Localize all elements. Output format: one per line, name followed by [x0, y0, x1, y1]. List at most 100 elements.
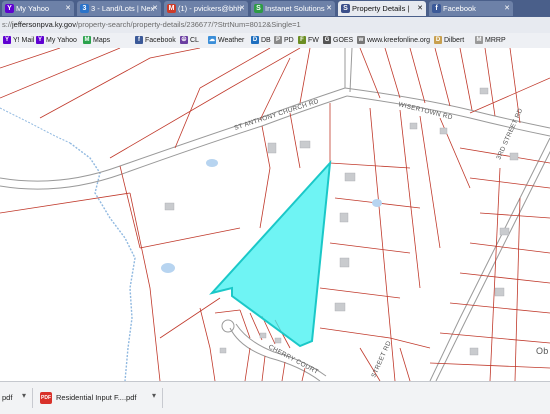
tab-my-yahoo[interactable]: Y My Yahoo ✕ [2, 1, 74, 16]
building [339, 212, 349, 223]
parcel-line [329, 162, 411, 169]
peace-icon: ☮ [180, 36, 188, 44]
url-path: /property-search/property-details/236677… [75, 20, 301, 29]
pdf-icon: PDF [40, 392, 52, 404]
close-icon[interactable]: ✕ [152, 1, 158, 16]
buildings [164, 87, 519, 356]
bookmark-kreefonline[interactable]: w www.kreefonline.org [357, 35, 430, 46]
building [469, 347, 479, 356]
close-icon[interactable]: ✕ [239, 1, 245, 16]
yahoo-icon: Y [5, 4, 14, 13]
parcel-line [319, 327, 391, 339]
parcel-line [459, 48, 473, 111]
close-icon[interactable]: ✕ [417, 1, 423, 16]
close-icon[interactable]: ✕ [65, 1, 71, 16]
parcel-line [39, 48, 201, 119]
parcel-line [259, 125, 271, 229]
yahoo-mail-icon: Y [3, 36, 11, 44]
parcel-line [159, 297, 221, 339]
instanet-icon: S [254, 4, 263, 13]
chevron-down-icon[interactable]: ▾ [22, 391, 26, 400]
bookmark-fw[interactable]: F FW [298, 35, 319, 46]
parcel-map-canvas[interactable]: ST ANTHONY CHURCH RD WISERTOWN RD 3RD ST… [0, 48, 550, 381]
facebook-icon: f [135, 36, 143, 44]
parcel-line [469, 77, 550, 114]
bookmark-label: CL [190, 37, 199, 44]
parcel-line [384, 48, 401, 99]
tab-land-lots[interactable]: 3 3 - Land/Lots | Nex ✕ [77, 1, 161, 16]
cul-de-sac [221, 319, 235, 333]
bookmark-weather[interactable]: ☁ Weather [208, 35, 244, 46]
bookmark-y-mail[interactable]: Y Y! Mail [3, 35, 34, 46]
url-prefix: s:// [2, 20, 13, 29]
download-item-residential-input[interactable]: PDF Residential Input F....pdf [40, 390, 136, 406]
parcel-line [469, 177, 550, 189]
bookmark-label: MRRP [485, 37, 506, 44]
parcel-lines [0, 48, 550, 381]
tab-label: My Yahoo [16, 4, 50, 13]
tab-label: Facebook [443, 4, 476, 13]
dilbert-icon: D [434, 36, 442, 44]
mrrp-icon: M [475, 36, 483, 44]
maps-icon: M [83, 36, 91, 44]
parcel-line [399, 347, 411, 381]
bookmark-mrrp[interactable]: M MRRP [475, 35, 506, 46]
parcel-line [439, 332, 550, 344]
tab-label: (1) - pvickers@bhh [178, 4, 242, 13]
parcel-line [214, 309, 241, 314]
listing-icon: 3 [80, 4, 89, 13]
bookmark-label: GOES [333, 37, 354, 44]
browser-tab-bar: Y My Yahoo ✕ 3 3 - Land/Lots | Nex ✕ M (… [0, 0, 550, 17]
parcel-line [459, 272, 550, 284]
label-3rd-street-rd: 3RD STREET RD [495, 107, 524, 160]
parcel-line [281, 361, 286, 381]
parcel-line [299, 48, 311, 104]
chevron-down-icon[interactable]: ▾ [152, 391, 156, 400]
tab-label: Instanet Solutions [265, 4, 325, 13]
parcel-line [469, 242, 550, 254]
bookmark-goes[interactable]: G GOES [323, 35, 353, 46]
mail-icon: M [167, 4, 176, 13]
address-bar[interactable]: s://jeffersonpva.ky.gov/property-search/… [0, 17, 550, 34]
parcel-line [289, 112, 301, 169]
bookmark-dilbert[interactable]: D Dilbert [434, 35, 464, 46]
parcel-line [0, 48, 61, 69]
parcel-map[interactable]: ST ANTHONY CHURCH RD WISERTOWN RD 3RD ST… [0, 48, 550, 381]
download-item-pdf[interactable]: pdf [2, 390, 12, 406]
bookmarks-bar: Y Y! Mail Y My Yahoo M Maps f Facebook ☮ CL ☁… [0, 33, 550, 49]
selected-parcel[interactable] [209, 160, 332, 348]
tab-label: 3 - Land/Lots | Nex [91, 4, 155, 13]
parcel-line [489, 167, 501, 381]
bookmark-cl[interactable]: ☮ CL [180, 35, 199, 46]
divider [32, 388, 33, 408]
fw-icon: F [298, 36, 306, 44]
bookmark-label: www.kreefonline.org [367, 37, 431, 44]
bookmark-my-yahoo[interactable]: Y My Yahoo [36, 35, 77, 46]
close-icon[interactable]: ✕ [504, 1, 510, 16]
parcel-line [199, 48, 271, 89]
building [344, 172, 356, 182]
pond [206, 159, 218, 167]
tab-mail[interactable]: M (1) - pvickers@bhh ✕ [164, 1, 248, 16]
bookmark-db[interactable]: D DB [251, 35, 271, 46]
parcel-line [319, 287, 401, 299]
close-icon[interactable]: ✕ [326, 1, 332, 16]
building [267, 142, 277, 154]
roads [0, 48, 550, 381]
bookmark-maps[interactable]: M Maps [83, 35, 110, 46]
tab-property-details[interactable]: S Property Details | ✕ [338, 1, 426, 16]
pond [161, 263, 175, 273]
url-text[interactable]: s://jeffersonpva.ky.gov/property-search/… [2, 20, 301, 29]
db-icon: D [251, 36, 259, 44]
building [509, 152, 519, 161]
url-domain: jeffersonpva.ky.gov [12, 20, 76, 29]
tab-facebook[interactable]: f Facebook ✕ [429, 1, 513, 16]
tab-instanet[interactable]: S Instanet Solutions ✕ [251, 1, 335, 16]
bookmark-facebook[interactable]: f Facebook [135, 35, 176, 46]
parcel-line [199, 307, 216, 381]
bookmark-label: Maps [93, 37, 111, 44]
bookmark-pd[interactable]: P PD [274, 35, 294, 46]
road-third-street-a [429, 137, 550, 381]
facebook-icon: f [432, 4, 441, 13]
label-corner: Ob [536, 346, 549, 356]
